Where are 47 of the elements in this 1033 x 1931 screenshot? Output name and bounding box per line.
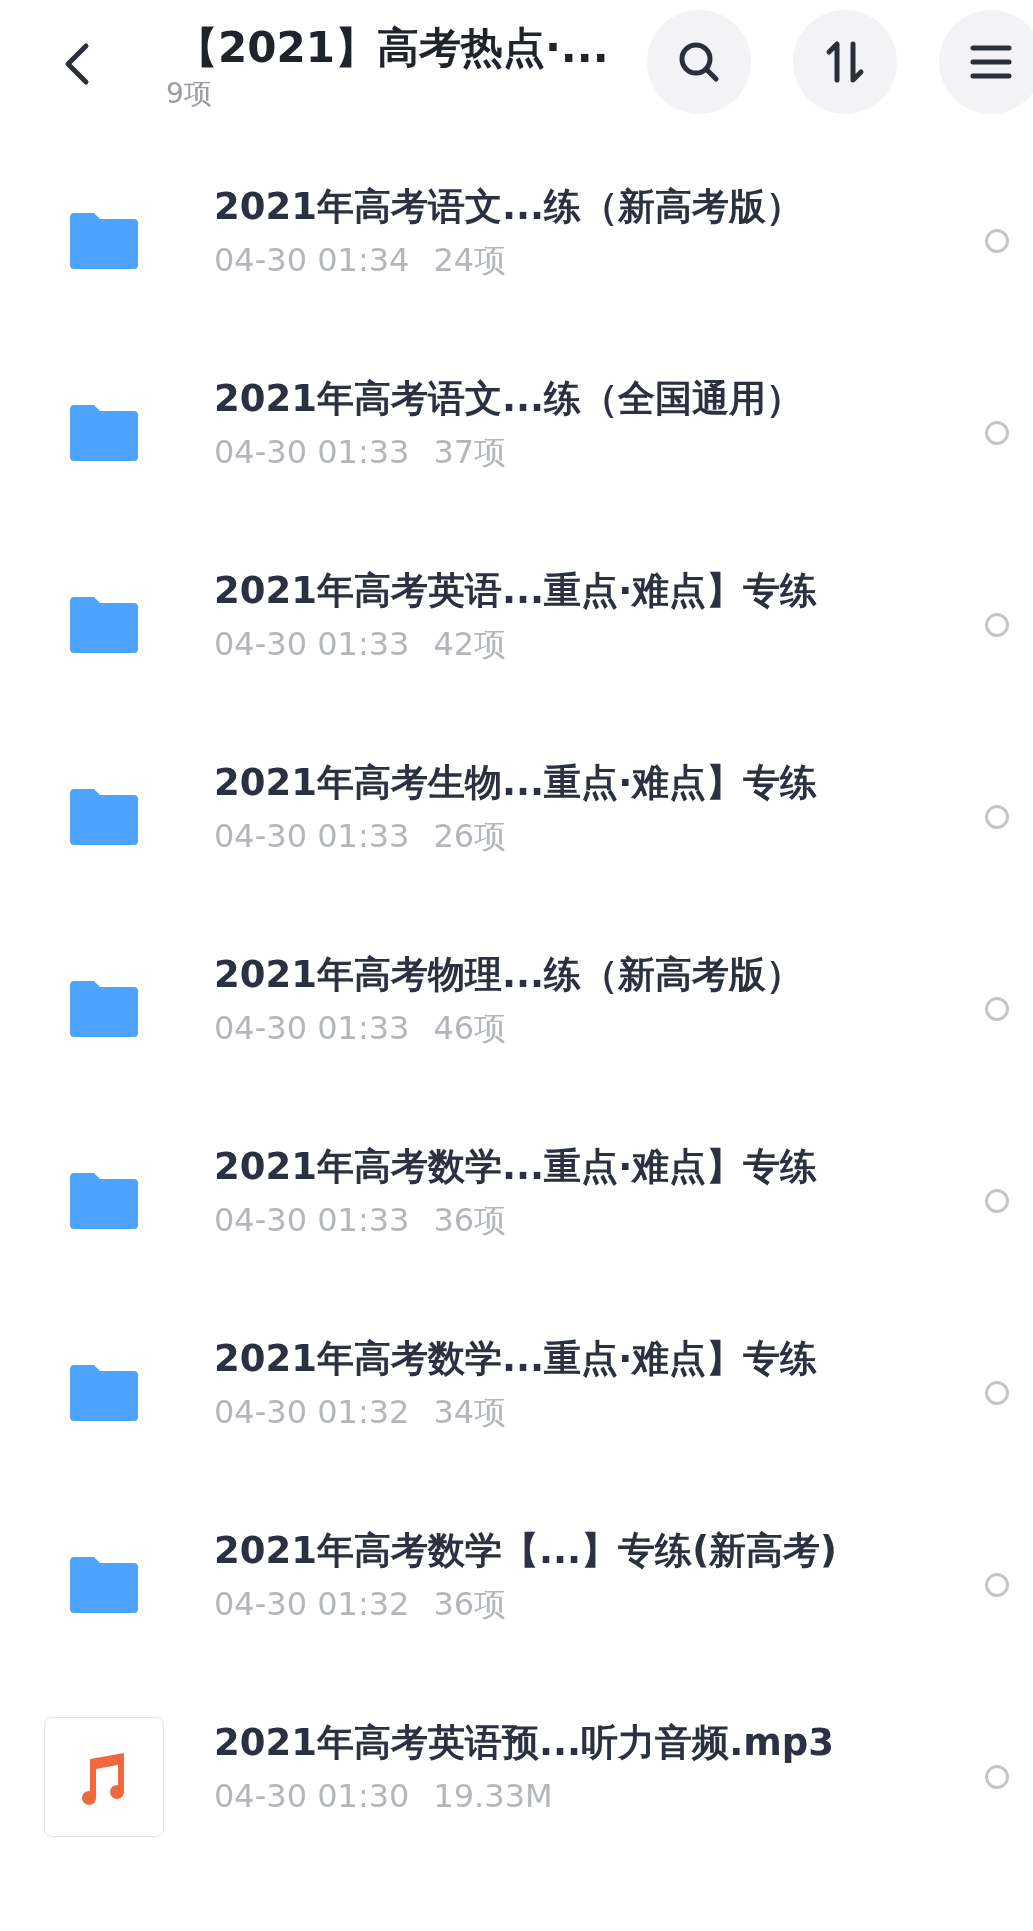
- select-radio[interactable]: [985, 1189, 1009, 1213]
- file-size: 42项: [433, 624, 507, 664]
- modified-time: 04-30 01:33: [214, 432, 410, 472]
- file-size: 24项: [433, 240, 507, 280]
- modified-time: 04-30 01:34: [214, 240, 410, 280]
- file-size: 34项: [433, 1392, 507, 1432]
- modified-time: 04-30 01:30: [214, 1776, 410, 1816]
- file-size: 46项: [433, 1008, 507, 1048]
- modified-time: 04-30 01:33: [214, 624, 410, 664]
- file-size: 36项: [433, 1584, 507, 1624]
- music-note-icon: [44, 1717, 164, 1837]
- select-radio[interactable]: [985, 1765, 1009, 1789]
- file-name: 2021年高考语文...练（新高考版）: [214, 184, 805, 230]
- folder-title: 【2021】高考热点·...: [176, 22, 609, 74]
- modified-time: 04-30 01:33: [214, 1200, 410, 1240]
- modified-time: 04-30 01:33: [214, 1008, 410, 1048]
- file-name: 2021年高考英语...重点·难点】专练: [214, 568, 819, 614]
- file-size: 26项: [433, 816, 507, 856]
- select-radio[interactable]: [985, 805, 1009, 829]
- file-size: 19.33M: [433, 1776, 553, 1816]
- item-count: 9项: [166, 76, 213, 112]
- folder-icon: [68, 979, 140, 1039]
- folder-icon: [68, 787, 140, 847]
- file-name: 2021年高考物理...练（新高考版）: [214, 952, 805, 998]
- file-size: 37项: [433, 432, 507, 472]
- file-size: 36项: [433, 1200, 507, 1240]
- modified-time: 04-30 01:33: [214, 816, 410, 856]
- file-name: 2021年高考数学【...】专练(新高考): [214, 1528, 838, 1574]
- select-radio[interactable]: [985, 1381, 1009, 1405]
- modified-time: 04-30 01:32: [214, 1392, 410, 1432]
- select-radio[interactable]: [985, 1573, 1009, 1597]
- folder-icon: [68, 1363, 140, 1423]
- select-radio[interactable]: [985, 229, 1009, 253]
- folder-icon: [68, 403, 140, 463]
- file-name: 2021年高考语文...练（全国通用）: [214, 376, 805, 422]
- file-name: 2021年高考生物...重点·难点】专练: [214, 760, 819, 806]
- folder-icon: [68, 1171, 140, 1231]
- file-name: 2021年高考数学...重点·难点】专练: [214, 1144, 819, 1190]
- select-radio[interactable]: [985, 613, 1009, 637]
- folder-icon: [68, 211, 140, 271]
- file-name: 2021年高考英语预...听力音频.mp3: [214, 1720, 835, 1766]
- modified-time: 04-30 01:32: [214, 1584, 410, 1624]
- folder-icon: [68, 1555, 140, 1615]
- file-name: 2021年高考数学...重点·难点】专练: [214, 1336, 819, 1382]
- select-radio[interactable]: [985, 997, 1009, 1021]
- folder-icon: [68, 595, 140, 655]
- select-radio[interactable]: [985, 421, 1009, 445]
